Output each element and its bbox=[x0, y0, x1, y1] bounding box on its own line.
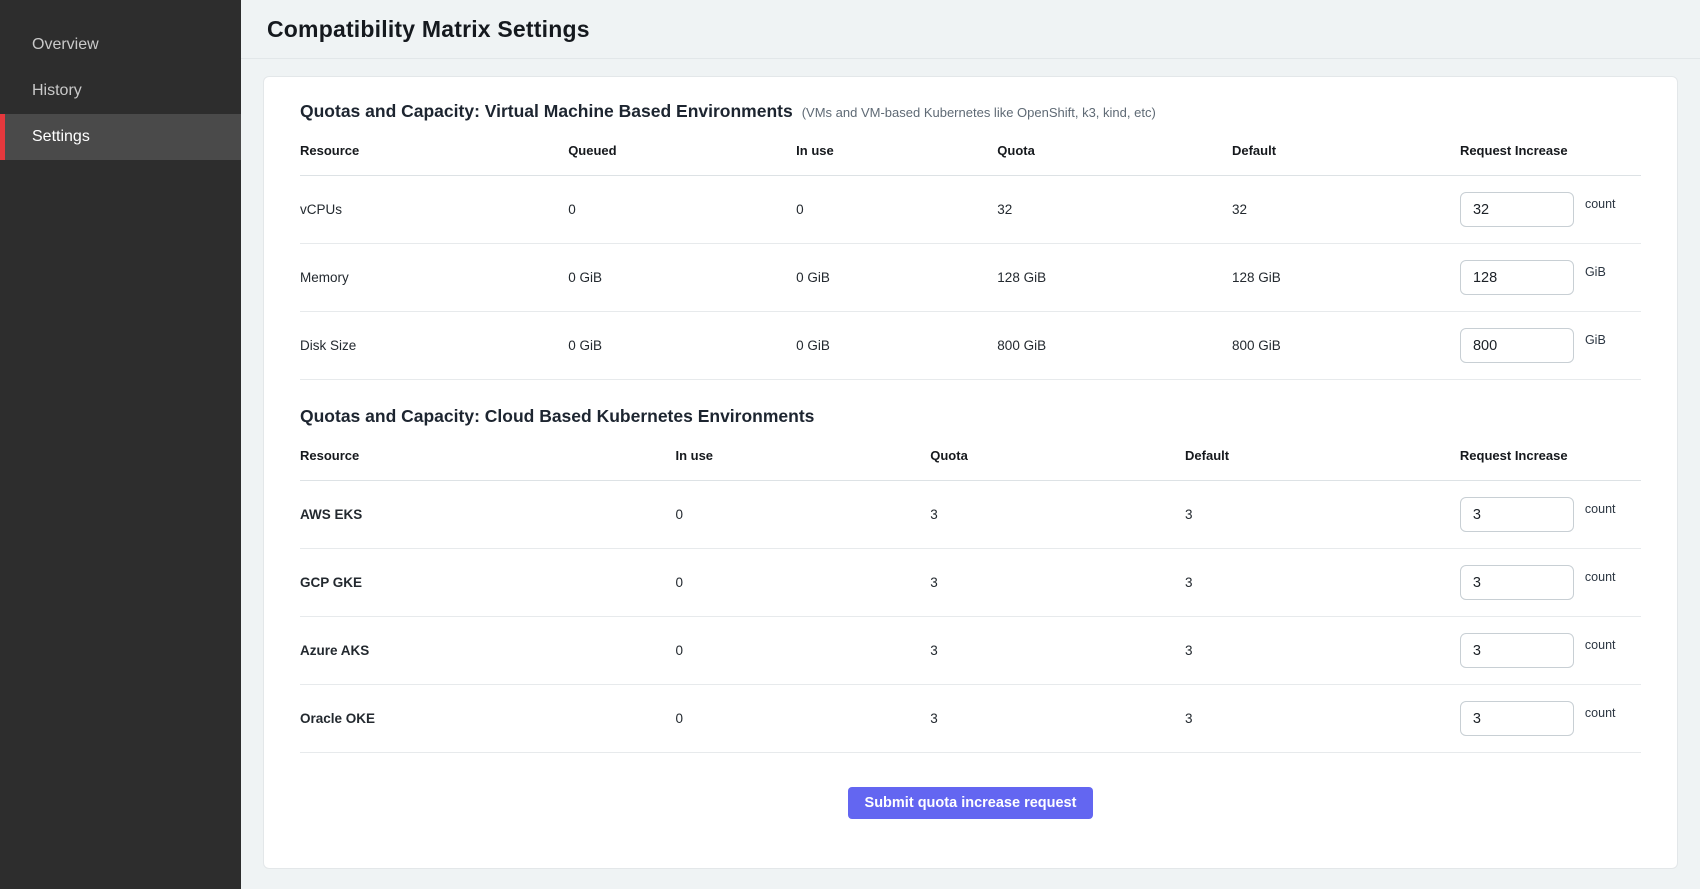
in-use-value: 0 bbox=[675, 617, 930, 685]
in-use-value: 0 bbox=[796, 176, 997, 244]
sidebar-item-label: History bbox=[32, 82, 82, 100]
col-request-increase: Request Increase bbox=[1460, 128, 1641, 176]
col-resource: Resource bbox=[300, 128, 568, 176]
request-increase-input[interactable] bbox=[1460, 260, 1574, 295]
table-header-row: Resource In use Quota Default Request In… bbox=[300, 433, 1641, 481]
unit-label: count bbox=[1585, 638, 1616, 652]
default-value: 800 GiB bbox=[1232, 312, 1460, 380]
unit-label: count bbox=[1585, 706, 1616, 720]
quota-value: 3 bbox=[930, 481, 1185, 549]
queued-value: 0 bbox=[568, 176, 796, 244]
unit-label: count bbox=[1585, 502, 1616, 516]
quotas-card: Quotas and Capacity: Virtual Machine Bas… bbox=[263, 76, 1678, 869]
sidebar-item-label: Overview bbox=[32, 36, 99, 54]
cloud-section-title: Quotas and Capacity: Cloud Based Kuberne… bbox=[300, 406, 814, 427]
sidebar-item-history[interactable]: History bbox=[0, 68, 241, 114]
table-row-memory: Memory 0 GiB 0 GiB 128 GiB 128 GiB GiB bbox=[300, 244, 1641, 312]
request-increase-input[interactable] bbox=[1460, 633, 1574, 668]
queued-value: 0 GiB bbox=[568, 244, 796, 312]
request-increase-input[interactable] bbox=[1460, 701, 1574, 736]
col-quota: Quota bbox=[997, 128, 1232, 176]
default-value: 3 bbox=[1185, 685, 1460, 753]
in-use-value: 0 GiB bbox=[796, 312, 997, 380]
quota-value: 32 bbox=[997, 176, 1232, 244]
page-header: Compatibility Matrix Settings bbox=[241, 0, 1700, 58]
col-request-increase: Request Increase bbox=[1460, 433, 1641, 481]
table-row-vcpus: vCPUs 0 0 32 32 count bbox=[300, 176, 1641, 244]
sidebar: Overview History Settings bbox=[0, 0, 241, 889]
quota-value: 128 GiB bbox=[997, 244, 1232, 312]
resource-name: vCPUs bbox=[300, 176, 568, 244]
default-value: 3 bbox=[1185, 617, 1460, 685]
col-quota: Quota bbox=[930, 433, 1185, 481]
default-value: 3 bbox=[1185, 481, 1460, 549]
request-increase-input[interactable] bbox=[1460, 192, 1574, 227]
in-use-value: 0 bbox=[675, 685, 930, 753]
default-value: 3 bbox=[1185, 549, 1460, 617]
unit-label: count bbox=[1585, 570, 1616, 584]
table-row-aws-eks: AWS EKS 0 3 3 count bbox=[300, 481, 1641, 549]
table-row-disk-size: Disk Size 0 GiB 0 GiB 800 GiB 800 GiB Gi… bbox=[300, 312, 1641, 380]
quota-value: 3 bbox=[930, 549, 1185, 617]
submit-quota-request-button[interactable]: Submit quota increase request bbox=[848, 787, 1094, 819]
col-default: Default bbox=[1185, 433, 1460, 481]
vm-quota-table: Resource Queued In use Quota Default Req… bbox=[300, 128, 1641, 380]
request-increase-input[interactable] bbox=[1460, 328, 1574, 363]
table-row-azure-aks: Azure AKS 0 3 3 count bbox=[300, 617, 1641, 685]
in-use-value: 0 bbox=[675, 481, 930, 549]
main-content: Compatibility Matrix Settings Quotas and… bbox=[241, 0, 1700, 889]
resource-name: Azure AKS bbox=[300, 617, 675, 685]
default-value: 128 GiB bbox=[1232, 244, 1460, 312]
table-row-gcp-gke: GCP GKE 0 3 3 count bbox=[300, 549, 1641, 617]
quota-value: 3 bbox=[930, 617, 1185, 685]
in-use-value: 0 GiB bbox=[796, 244, 997, 312]
col-in-use: In use bbox=[675, 433, 930, 481]
header-divider bbox=[241, 58, 1700, 59]
col-in-use: In use bbox=[796, 128, 997, 176]
col-resource: Resource bbox=[300, 433, 675, 481]
quota-value: 800 GiB bbox=[997, 312, 1232, 380]
submit-row: Submit quota increase request bbox=[300, 787, 1641, 819]
quota-value: 3 bbox=[930, 685, 1185, 753]
table-header-row: Resource Queued In use Quota Default Req… bbox=[300, 128, 1641, 176]
resource-name: GCP GKE bbox=[300, 549, 675, 617]
unit-label: GiB bbox=[1585, 333, 1606, 347]
cloud-quota-table: Resource In use Quota Default Request In… bbox=[300, 433, 1641, 753]
resource-name: AWS EKS bbox=[300, 481, 675, 549]
cloud-section-heading: Quotas and Capacity: Cloud Based Kuberne… bbox=[300, 406, 1641, 427]
queued-value: 0 GiB bbox=[568, 312, 796, 380]
request-increase-input[interactable] bbox=[1460, 565, 1574, 600]
table-row-oracle-oke: Oracle OKE 0 3 3 count bbox=[300, 685, 1641, 753]
unit-label: count bbox=[1585, 197, 1616, 211]
sidebar-item-settings[interactable]: Settings bbox=[0, 114, 241, 160]
request-increase-input[interactable] bbox=[1460, 497, 1574, 532]
vm-section-subtitle: (VMs and VM-based Kubernetes like OpenSh… bbox=[802, 105, 1156, 120]
resource-name: Memory bbox=[300, 244, 568, 312]
in-use-value: 0 bbox=[675, 549, 930, 617]
default-value: 32 bbox=[1232, 176, 1460, 244]
sidebar-item-label: Settings bbox=[32, 128, 90, 146]
vm-section-heading: Quotas and Capacity: Virtual Machine Bas… bbox=[300, 101, 1641, 122]
resource-name: Disk Size bbox=[300, 312, 568, 380]
sidebar-item-overview[interactable]: Overview bbox=[0, 22, 241, 68]
page-title: Compatibility Matrix Settings bbox=[267, 16, 590, 42]
col-queued: Queued bbox=[568, 128, 796, 176]
resource-name: Oracle OKE bbox=[300, 685, 675, 753]
col-default: Default bbox=[1232, 128, 1460, 176]
vm-section-title: Quotas and Capacity: Virtual Machine Bas… bbox=[300, 101, 793, 122]
unit-label: GiB bbox=[1585, 265, 1606, 279]
